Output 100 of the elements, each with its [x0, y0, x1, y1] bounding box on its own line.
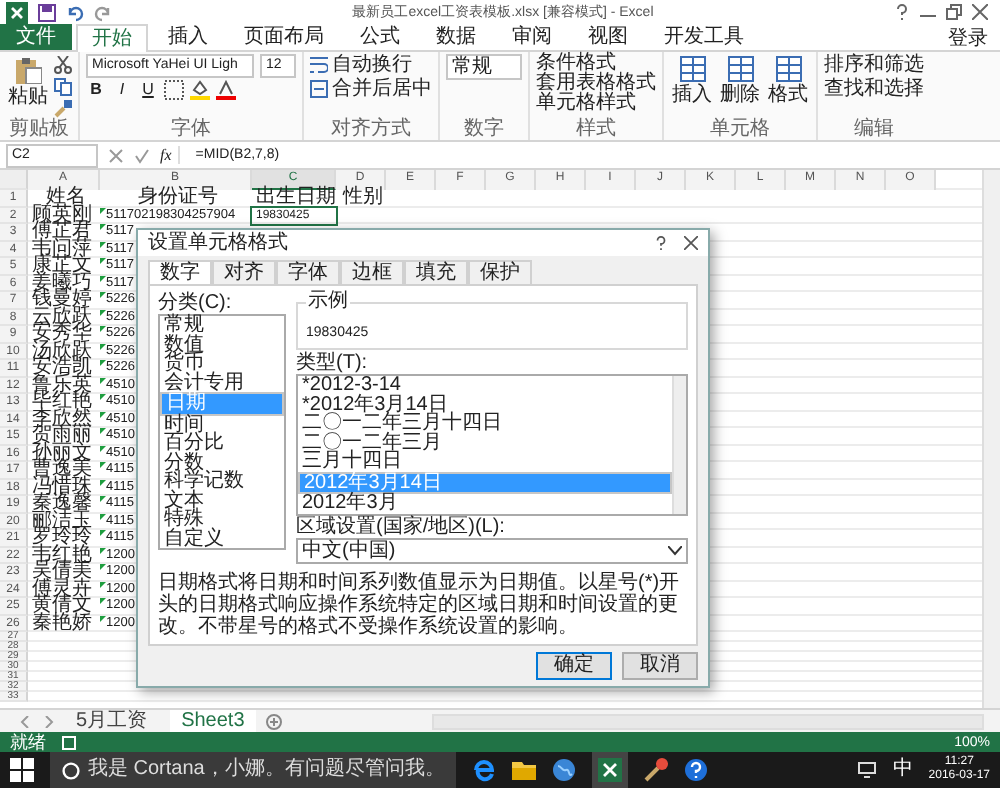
ribbon-tab[interactable]: 视图: [572, 24, 644, 50]
dialog-tab[interactable]: 保护: [468, 260, 532, 284]
group-label: 对齐方式: [331, 118, 411, 140]
category-item[interactable]: 数值: [160, 335, 284, 354]
locale-label: 区域设置(国家/地区)(L):: [296, 515, 505, 537]
table-cell-text: 安浩凯: [30, 360, 94, 377]
scrollbar[interactable]: [982, 170, 1000, 708]
type-item[interactable]: 二〇一二年三月: [298, 433, 672, 452]
table-cell-text: 贺雨丽: [30, 428, 94, 445]
ribbon-tab[interactable]: 审阅: [496, 24, 568, 50]
add-sheet-icon[interactable]: [266, 713, 283, 729]
table-cell-text: 孙丽文: [30, 445, 94, 462]
insert-function-button[interactable]: fx: [160, 146, 180, 164]
wrap-text-button[interactable]: 自动换行: [310, 54, 412, 76]
macro-record-icon[interactable]: [62, 735, 76, 749]
excel-logo-icon[interactable]: [6, 1, 28, 23]
number-format-select[interactable]: 常规: [446, 54, 522, 80]
table-cell-text: 鲁乐英: [30, 377, 94, 394]
close-icon[interactable]: [684, 236, 698, 250]
cells-button[interactable]: 删除: [718, 54, 762, 106]
check-icon[interactable]: [134, 147, 150, 163]
ribbon-tab[interactable]: 插入: [152, 24, 224, 50]
locale-select[interactable]: 中文(中国): [296, 537, 688, 563]
next-sheet-icon[interactable]: [42, 715, 54, 727]
type-item[interactable]: *2012年3月14日: [298, 395, 672, 414]
category-item[interactable]: 货币: [160, 354, 284, 373]
font-style-button[interactable]: B: [86, 80, 106, 100]
category-item[interactable]: 会计专用: [160, 373, 284, 392]
cancel-icon[interactable]: [108, 147, 124, 163]
paint-icon[interactable]: [644, 758, 669, 782]
category-item[interactable]: 科学记数: [160, 472, 284, 491]
paste-button[interactable]: 粘贴: [6, 54, 50, 108]
type-item[interactable]: 二〇一二年三月十四日: [298, 414, 672, 433]
dialog-button[interactable]: 取消: [622, 651, 698, 679]
save-icon[interactable]: [38, 3, 56, 21]
style-button[interactable]: 条件格式: [536, 54, 616, 74]
dialog-tab[interactable]: 字体: [276, 260, 340, 284]
category-item[interactable]: 特殊: [160, 510, 284, 529]
ribbon-tab[interactable]: 开发工具: [648, 24, 760, 50]
category-item[interactable]: 常规: [160, 316, 284, 335]
redo-icon[interactable]: [94, 3, 112, 21]
close-icon[interactable]: [972, 4, 988, 20]
copy-icon[interactable]: [54, 78, 72, 96]
merge-center-button[interactable]: 合并后居中: [310, 78, 432, 100]
dialog-tab[interactable]: 边框: [340, 260, 404, 284]
browser-icon[interactable]: [472, 758, 497, 782]
style-button[interactable]: 套用表格格式: [536, 74, 656, 94]
spreadsheet-icon[interactable]: [598, 758, 623, 782]
scrollbar[interactable]: [432, 713, 984, 729]
status-text: 就绪: [10, 732, 46, 752]
table-cell-text: 罗玲玲: [30, 530, 94, 547]
globe-icon[interactable]: [552, 758, 577, 782]
style-button[interactable]: 单元格样式: [536, 94, 636, 114]
editing-button[interactable]: 排序和筛选: [824, 54, 924, 76]
dialog-tab[interactable]: 对齐: [212, 260, 276, 284]
category-item[interactable]: 分数: [160, 453, 284, 472]
font-style-button[interactable]: U: [138, 80, 158, 100]
cells-button[interactable]: 格式: [766, 54, 810, 106]
windows-logo-icon[interactable]: [10, 758, 34, 782]
circle-icon: [62, 761, 80, 779]
brush-icon[interactable]: [54, 100, 72, 118]
font-color-icon[interactable]: [216, 80, 236, 100]
table-cell-text: 秦艳娇: [30, 615, 94, 632]
input-method-indicator[interactable]: 中: [892, 758, 913, 782]
type-item[interactable]: 三月十四日: [298, 452, 672, 471]
undo-icon[interactable]: [66, 3, 84, 21]
dialog-tab[interactable]: 数字: [148, 260, 212, 284]
ribbon-tab[interactable]: 文件: [0, 24, 72, 50]
fill-color-icon[interactable]: [190, 80, 210, 100]
previous-sheet-icon[interactable]: [20, 715, 32, 727]
border-icon[interactable]: [164, 80, 184, 100]
category-item[interactable]: 时间: [160, 415, 284, 434]
help-icon[interactable]: [654, 236, 668, 250]
sign-in-link[interactable]: 登录: [936, 24, 1000, 50]
editing-button[interactable]: 查找和选择: [824, 78, 924, 100]
folder-icon[interactable]: [512, 758, 537, 782]
table-cell-text: 毕红艳: [30, 394, 94, 411]
type-item[interactable]: *2012-3-14: [298, 376, 672, 395]
sheet-tab[interactable]: Sheet3: [169, 709, 257, 733]
table-cell-text: 韦红艳: [30, 547, 94, 564]
search-field[interactable]: 我是 Cortana，小娜。有问题尽管问我。: [50, 752, 457, 788]
ribbon-tab[interactable]: 公式: [344, 24, 416, 50]
type-item[interactable]: 2012年3月: [298, 494, 672, 513]
category-item[interactable]: 文本: [160, 491, 284, 510]
restore-icon[interactable]: [946, 4, 962, 20]
font-style-button[interactable]: I: [112, 80, 132, 100]
category-item[interactable]: 百分比: [160, 434, 284, 453]
ribbon-tab[interactable]: 数据: [420, 24, 492, 50]
dialog-tab[interactable]: 填充: [404, 260, 468, 284]
scissors-icon[interactable]: [54, 56, 72, 74]
cells-button[interactable]: 插入: [670, 54, 714, 106]
table-cell-text: 出生日期: [254, 190, 336, 207]
group-label: 单元格: [710, 118, 770, 140]
table-cell-text: 顾英刚: [30, 207, 94, 224]
help-icon[interactable]: [684, 758, 709, 782]
scrollbar[interactable]: [672, 376, 686, 513]
category-item[interactable]: 自定义: [160, 529, 284, 548]
ribbon-tab[interactable]: 页面布局: [228, 24, 340, 50]
ribbon-tab[interactable]: 开始: [76, 24, 148, 52]
dialog-button[interactable]: 确定: [536, 651, 612, 679]
